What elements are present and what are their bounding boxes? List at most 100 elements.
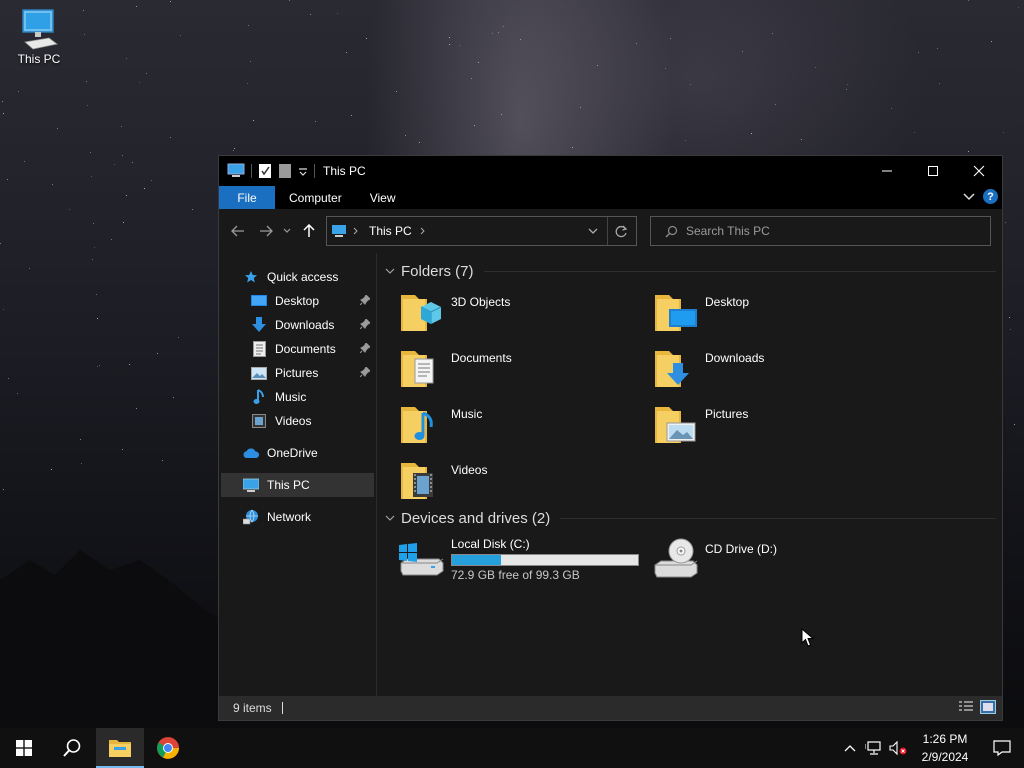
maximize-button[interactable] [910,156,956,186]
action-center-button[interactable] [980,728,1024,768]
breadcrumb-chevron-icon[interactable] [353,227,359,235]
network-tray-button[interactable] [862,728,886,768]
folders-group-header[interactable]: Folders (7) [385,257,1002,285]
folder-name: Videos [451,463,488,477]
search-box[interactable] [650,216,991,246]
this-pc-small-icon [332,225,346,237]
documents-folder-icon [401,351,434,387]
refresh-icon[interactable] [615,225,628,238]
pin-icon[interactable] [360,319,370,329]
navigation-bar: This PC [219,209,1002,253]
desktop-icon-label: This PC [17,52,61,66]
volume-muted-icon [889,740,907,756]
pictures-folder-icon [655,407,696,443]
desktop-icon-this-pc[interactable]: This PC [10,8,68,66]
sidebar-item-documents[interactable]: Documents [219,337,376,361]
sidebar-item-label: Quick access [267,270,339,284]
sidebar-item-desktop[interactable]: Desktop [219,289,376,313]
this-pc-small-icon [227,163,245,177]
network-disconnected-icon [865,741,881,755]
address-bar[interactable]: This PC [326,216,637,246]
download-arrow-icon [252,317,266,332]
file-explorer-icon [109,740,131,757]
minimize-button[interactable] [864,156,910,186]
pin-icon[interactable] [360,367,370,377]
wallpaper-mountain [0,550,230,720]
taskbar: 1:26 PM 2/9/2024 [0,728,1024,768]
forward-arrow-icon [260,225,273,237]
help-button[interactable]: ? [983,189,998,204]
up-arrow-icon [303,224,315,237]
search-taskbar-button[interactable] [48,728,96,768]
sidebar-item-videos[interactable]: Videos [219,409,376,433]
sidebar-item-label: Desktop [275,294,320,308]
volume-tray-button[interactable] [886,728,910,768]
expand-ribbon-icon[interactable] [963,192,975,202]
music-note-icon [253,389,264,404]
address-path[interactable]: This PC [369,224,412,238]
title-bar[interactable]: This PC [219,156,1002,186]
computer-icon [243,478,259,492]
close-button[interactable] [956,156,1002,186]
folder-name: Music [451,407,483,421]
content-pane: Folders (7) 3D Objects Desktop Documents… [377,253,1002,696]
notification-icon [993,740,1011,756]
sidebar-item-onedrive[interactable]: OneDrive [219,441,376,465]
recent-locations-button[interactable] [280,228,294,234]
sidebar-item-this-pc[interactable]: This PC [221,473,374,497]
maximize-icon [928,166,938,176]
sidebar-item-quick-access[interactable]: Quick access [219,265,376,289]
folder-3d-objects[interactable]: 3D Objects [397,285,651,341]
new-folder-icon[interactable] [278,163,292,179]
folder-downloads[interactable]: Downloads [651,341,905,397]
navigation-pane: Quick access Desktop Downloads Documents… [219,253,377,696]
pin-icon[interactable] [360,343,370,353]
tab-view[interactable]: View [356,186,410,209]
folder-documents[interactable]: Documents [397,341,651,397]
pin-icon[interactable] [360,295,370,305]
folder-name: Desktop [705,295,750,309]
sidebar-item-pictures[interactable]: Pictures [219,361,376,385]
close-icon [973,165,985,177]
tab-computer[interactable]: Computer [275,186,356,209]
folder-music[interactable]: Music [397,397,651,453]
clock[interactable]: 1:26 PM 2/9/2024 [910,730,980,766]
star-icon [245,271,257,283]
sidebar-item-label: Pictures [275,366,319,380]
sidebar-item-music[interactable]: Music [219,385,376,409]
back-button[interactable] [224,225,252,237]
drive-cd-d[interactable]: CD Drive (D:) [651,532,905,586]
folder-pictures[interactable]: Pictures [651,397,905,453]
search-icon [665,225,678,237]
chevron-down-icon [385,268,395,274]
clock-time: 1:26 PM [922,732,968,746]
sidebar-item-label: OneDrive [267,446,318,460]
cd-drive-icon [654,538,698,578]
address-history-chevron-icon[interactable] [588,228,598,235]
sidebar-item-downloads[interactable]: Downloads [219,313,376,337]
film-icon [252,414,266,428]
start-button[interactable] [0,728,48,768]
picture-icon [251,366,267,380]
windows-drive-icon [399,543,444,576]
forward-button[interactable] [252,225,280,237]
sidebar-item-network[interactable]: Network [219,505,376,529]
computer-icon [22,9,58,50]
details-view-icon[interactable] [958,700,974,714]
window-title: This PC [323,164,366,178]
folder-desktop[interactable]: Desktop [651,285,905,341]
up-button[interactable] [294,224,324,238]
properties-icon[interactable] [258,163,272,179]
search-input[interactable] [686,224,966,238]
breadcrumb-chevron-icon[interactable] [420,227,426,235]
large-icons-view-icon[interactable] [980,700,996,714]
file-explorer-taskbar-button[interactable] [96,728,144,768]
customize-quick-access-icon[interactable] [298,163,308,179]
drive-local-disk-c[interactable]: Local Disk (C:) 72.9 GB free of 99.3 GB [397,532,651,586]
explorer-window: This PC File Computer View ? This PC Sea… [218,155,1003,721]
chrome-taskbar-button[interactable] [144,728,192,768]
system-tray: 1:26 PM 2/9/2024 [838,728,1024,768]
show-hidden-icons-button[interactable] [838,728,862,768]
tab-file[interactable]: File [219,186,275,209]
folder-videos[interactable]: Videos [397,453,651,509]
